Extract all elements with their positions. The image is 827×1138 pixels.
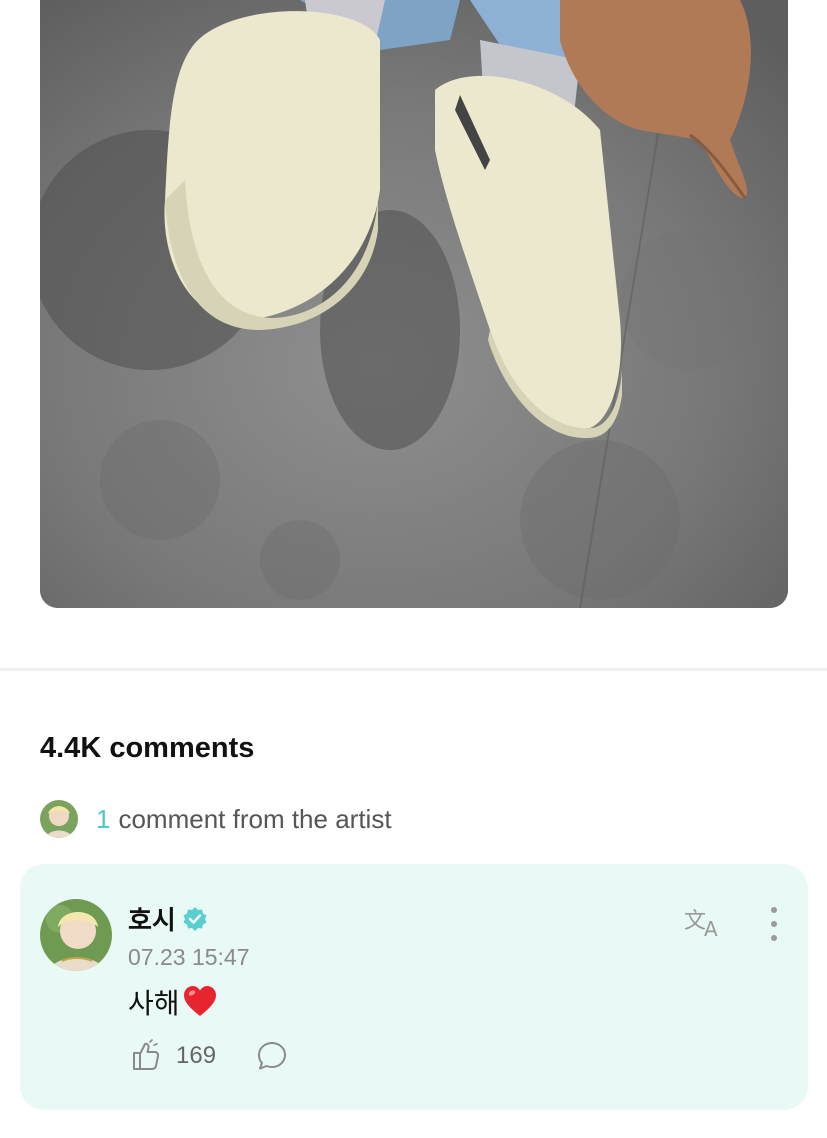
- comment-author-name[interactable]: 호시: [128, 900, 176, 937]
- like-count: 169: [176, 1042, 217, 1069]
- more-vertical-icon[interactable]: [760, 904, 788, 944]
- comment-actions: 169: [128, 1038, 288, 1074]
- comment-timestamp: 07.23 15:47: [128, 944, 250, 970]
- verified-badge-icon: [183, 906, 207, 931]
- svg-text:文: 文: [684, 909, 706, 934]
- section-divider: [0, 668, 827, 671]
- comment-text: 사해: [128, 982, 218, 1022]
- comments-count-heading: 4.4K comments: [40, 732, 255, 764]
- post-photo[interactable]: [40, 0, 788, 608]
- translate-icon[interactable]: 文 A: [684, 904, 726, 941]
- author-avatar[interactable]: [40, 899, 112, 971]
- like-hand-icon[interactable]: [128, 1039, 162, 1073]
- comment-bubble-icon[interactable]: [256, 1040, 288, 1072]
- comment-text-content: 사해: [128, 988, 180, 1019]
- artist-comment-card: 호시 07.23 15:47 사해 文 A 169: [20, 864, 808, 1110]
- post-photo-illustration: [40, 0, 788, 608]
- red-heart-emoji: [183, 986, 216, 1016]
- artist-avatar-small: [40, 800, 78, 838]
- artist-comments-filter[interactable]: 1 comment from the artist: [40, 800, 392, 838]
- artist-comment-label: comment from the artist: [118, 803, 392, 834]
- artist-comment-count: 1: [96, 803, 111, 834]
- svg-text:A: A: [704, 917, 718, 940]
